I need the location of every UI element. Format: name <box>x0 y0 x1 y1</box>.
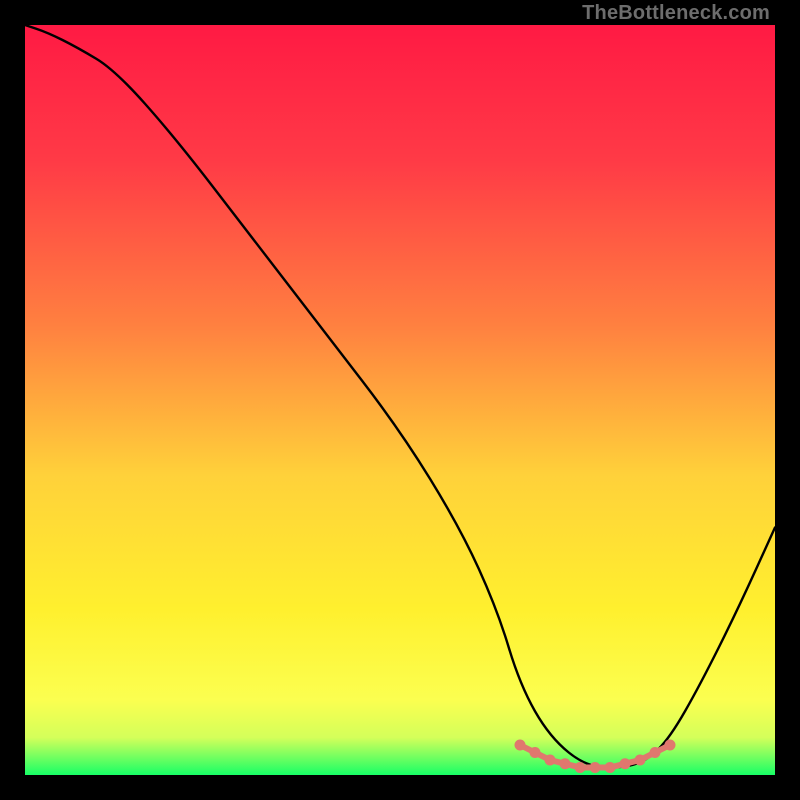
optimal-range-dot <box>605 762 616 773</box>
chart-background-gradient <box>25 25 775 775</box>
optimal-range-dot <box>635 755 646 766</box>
optimal-range-dot <box>620 758 631 769</box>
watermark-text: TheBottleneck.com <box>582 2 770 25</box>
optimal-range-dot <box>575 762 586 773</box>
optimal-range-dot <box>560 758 571 769</box>
optimal-range-dot <box>650 747 661 758</box>
optimal-range-dot <box>590 762 601 773</box>
chart-frame <box>25 25 775 775</box>
bottleneck-chart <box>25 25 775 775</box>
optimal-range-dot <box>665 740 676 751</box>
optimal-range-dot <box>530 747 541 758</box>
optimal-range-dot <box>515 740 526 751</box>
optimal-range-dot <box>545 755 556 766</box>
